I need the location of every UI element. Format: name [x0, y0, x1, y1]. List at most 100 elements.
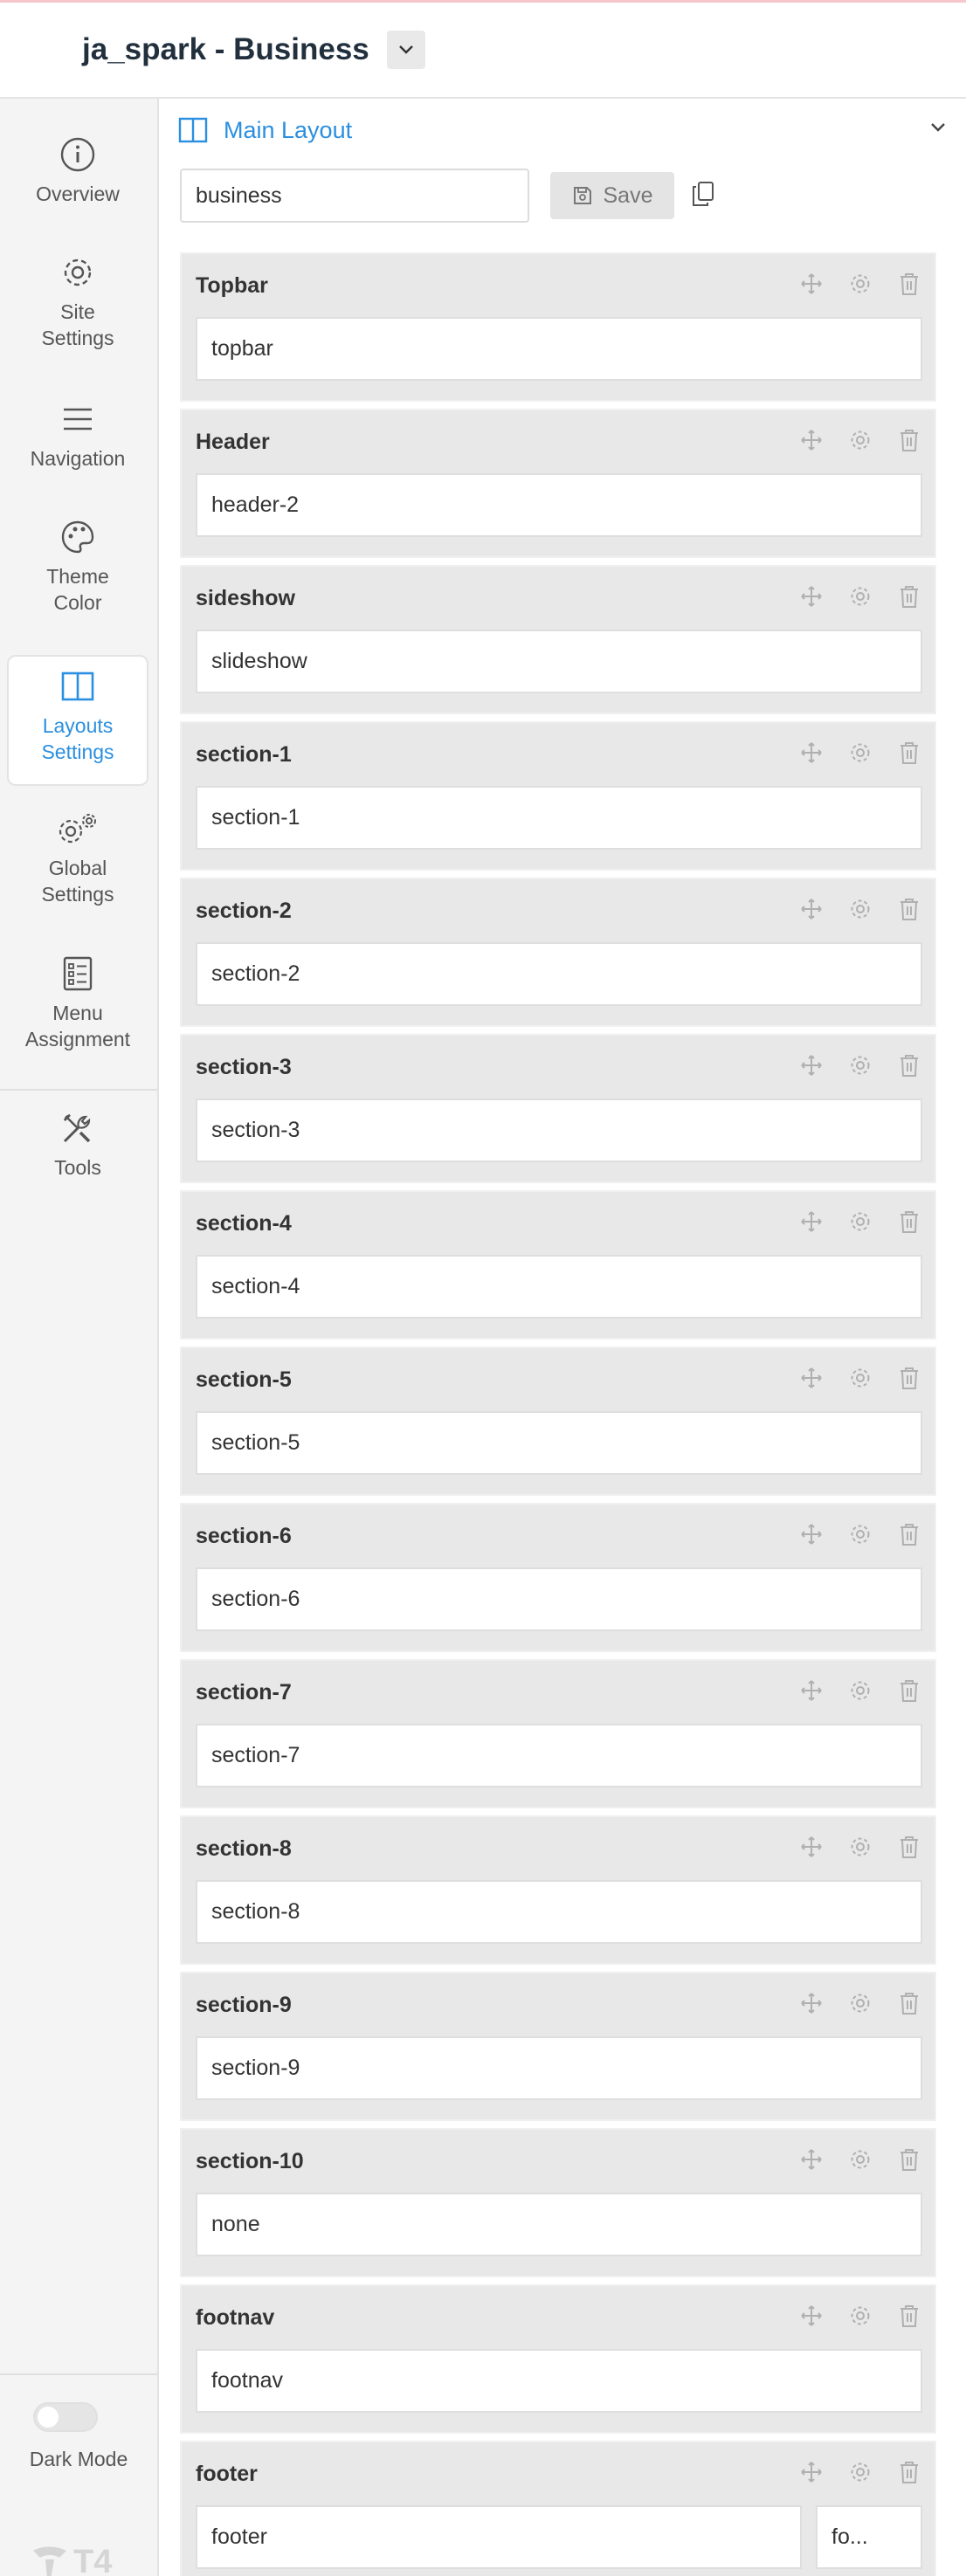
layout-section[interactable]: sideshow slideshow [180, 565, 936, 714]
trash-icon[interactable] [898, 897, 921, 921]
section-block[interactable]: section-2 [196, 942, 922, 1006]
section-block[interactable]: section-8 [196, 1880, 922, 1944]
section-block[interactable]: fo... [816, 2505, 922, 2569]
gear-icon[interactable] [849, 1366, 872, 1390]
layout-name-input[interactable] [180, 169, 529, 223]
section-block[interactable]: footer [196, 2505, 802, 2569]
move-icon[interactable] [800, 1366, 823, 1390]
move-icon[interactable] [800, 428, 823, 452]
layout-section[interactable]: section-10 none [180, 2128, 936, 2277]
trash-icon[interactable] [898, 584, 921, 609]
gear-icon[interactable] [849, 2147, 872, 2172]
gear-icon[interactable] [849, 584, 872, 609]
move-icon[interactable] [800, 1991, 823, 2015]
trash-icon[interactable] [898, 2147, 921, 2172]
layout-section[interactable]: section-5 section-5 [180, 1347, 936, 1496]
trash-icon[interactable] [898, 1991, 921, 2015]
gear-icon[interactable] [849, 1835, 872, 1859]
gear-icon[interactable] [849, 1991, 872, 2015]
sidebar-item-layouts-settings[interactable]: Layouts Settings [7, 655, 148, 786]
section-block[interactable]: section-3 [196, 1099, 922, 1162]
sidebar-item-menu-assignment[interactable]: Menu Assignment [7, 953, 148, 1075]
save-button[interactable]: Save [550, 172, 674, 219]
section-name: footer [196, 2462, 258, 2486]
section-tools [800, 1835, 921, 1859]
move-icon[interactable] [800, 272, 823, 296]
gear-icon[interactable] [849, 740, 872, 765]
layout-section[interactable]: section-4 section-4 [180, 1190, 936, 1340]
info-icon [59, 134, 96, 176]
layout-section[interactable]: Header header-2 [180, 409, 936, 558]
layout-section[interactable]: section-1 section-1 [180, 721, 936, 871]
sidebar-item-theme-color[interactable]: Theme Color [7, 516, 148, 638]
section-block[interactable]: header-2 [196, 473, 922, 537]
template-dropdown-button[interactable] [386, 31, 425, 69]
move-icon[interactable] [800, 2147, 823, 2172]
trash-icon[interactable] [898, 1209, 921, 1234]
gear-icon[interactable] [849, 428, 872, 452]
sidebar-item-tools[interactable]: Tools [7, 1107, 148, 1203]
gear-icon [59, 251, 96, 293]
layout-section[interactable]: section-8 section-8 [180, 1815, 936, 1965]
section-block[interactable]: none [196, 2193, 922, 2256]
save-button-label: Save [603, 183, 653, 208]
sidebar-item-global-settings[interactable]: Global Settings [7, 808, 148, 930]
layout-section[interactable]: section-2 section-2 [180, 878, 936, 1027]
section-block[interactable]: section-9 [196, 2036, 922, 2100]
move-icon[interactable] [800, 2460, 823, 2484]
sidebar-item-navigation[interactable]: Navigation [7, 398, 148, 494]
trash-icon[interactable] [898, 1053, 921, 1078]
move-icon[interactable] [800, 897, 823, 921]
section-block[interactable]: topbar [196, 317, 922, 381]
trash-icon[interactable] [898, 1678, 921, 1703]
move-icon[interactable] [800, 1522, 823, 1546]
gear-icon[interactable] [849, 897, 872, 921]
sidebar-item-site-settings[interactable]: Site Settings [7, 251, 148, 374]
gear-icon[interactable] [849, 1522, 872, 1546]
copy-layout-button[interactable] [692, 181, 714, 211]
move-icon[interactable] [800, 2304, 823, 2328]
section-block[interactable]: section-7 [196, 1724, 922, 1787]
gear-icon[interactable] [849, 1678, 872, 1703]
gear-icon[interactable] [849, 1053, 872, 1078]
section-block[interactable]: section-5 [196, 1411, 922, 1475]
layout-section[interactable]: Topbar topbar [180, 252, 936, 402]
layout-section[interactable]: section-3 section-3 [180, 1034, 936, 1183]
gear-icon[interactable] [849, 1209, 872, 1234]
section-block[interactable]: section-1 [196, 786, 922, 850]
layout-section[interactable]: footnav footnav [180, 2284, 936, 2434]
layout-section[interactable]: footer footer fo... [180, 2441, 936, 2576]
section-block[interactable]: footnav [196, 2349, 922, 2413]
main-layout-header[interactable]: Main Layout [178, 109, 947, 151]
layout-section[interactable]: section-7 section-7 [180, 1659, 936, 1808]
dark-mode-toggle[interactable] [33, 2402, 98, 2432]
trash-icon[interactable] [898, 1366, 921, 1390]
layout-section[interactable]: section-6 section-6 [180, 1503, 936, 1652]
chevron-down-icon [398, 45, 413, 54]
section-name: Topbar [196, 273, 268, 298]
gear-icon[interactable] [849, 2304, 872, 2328]
trash-icon[interactable] [898, 2460, 921, 2484]
move-icon[interactable] [800, 740, 823, 765]
move-icon[interactable] [800, 584, 823, 609]
toggle-knob [38, 2407, 59, 2428]
trash-icon[interactable] [898, 272, 921, 296]
trash-icon[interactable] [898, 1522, 921, 1546]
move-icon[interactable] [800, 1053, 823, 1078]
trash-icon[interactable] [898, 2304, 921, 2328]
trash-icon[interactable] [898, 740, 921, 765]
section-block[interactable]: slideshow [196, 630, 922, 693]
section-block[interactable]: section-4 [196, 1255, 922, 1319]
sidebar-item-overview[interactable]: Overview [7, 134, 148, 230]
section-block[interactable]: section-6 [196, 1567, 922, 1631]
trash-icon[interactable] [898, 428, 921, 452]
move-icon[interactable] [800, 1835, 823, 1859]
move-icon[interactable] [800, 1678, 823, 1703]
gear-icon[interactable] [849, 2460, 872, 2484]
layout-section[interactable]: section-9 section-9 [180, 1972, 936, 2121]
trash-icon[interactable] [898, 1835, 921, 1859]
gear-icon[interactable] [849, 272, 872, 296]
chevron-down-icon[interactable] [929, 121, 947, 134]
move-icon[interactable] [800, 1209, 823, 1234]
app-title: ja_spark - Business [82, 32, 369, 66]
